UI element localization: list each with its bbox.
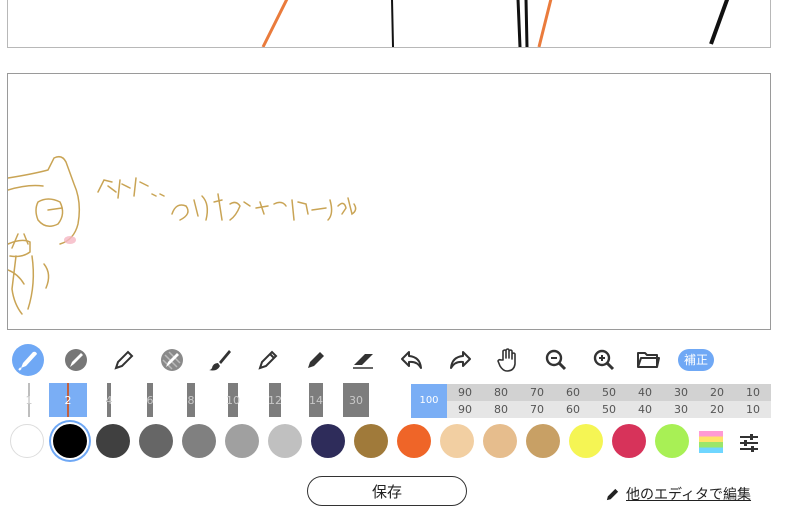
color-swatch-white[interactable] (10, 424, 44, 458)
previous-drawing-canvas (7, 0, 771, 48)
opacity-option[interactable]: 90 (447, 401, 483, 418)
opacity-option[interactable]: 50 (591, 401, 627, 418)
opacity-option[interactable]: 80 (483, 401, 519, 418)
save-button[interactable]: 保存 (307, 476, 467, 506)
color-swatch-crimson[interactable] (612, 424, 646, 458)
sliders-icon (740, 434, 758, 452)
color-swatch-skin[interactable] (483, 424, 517, 458)
opacity-option[interactable]: 60 (555, 401, 591, 418)
marker-tool[interactable] (300, 344, 332, 376)
pen-size-4[interactable]: 4 (98, 383, 120, 417)
opacity-option[interactable]: 20 (699, 401, 735, 418)
eraser-tool[interactable] (348, 344, 380, 376)
opacity-selector: 100 90 80 70 60 50 40 30 20 10 90 80 70 … (411, 384, 771, 418)
color-swatch-gray-3[interactable] (225, 424, 259, 458)
opacity-option[interactable]: 70 (519, 384, 555, 401)
pen-size-label: 6 (146, 393, 154, 407)
pattern-pen-icon (161, 349, 183, 371)
opacity-option[interactable]: 50 (591, 384, 627, 401)
pen-size-label: 4 (105, 393, 113, 407)
pencil-outline-icon (114, 350, 134, 370)
drawing-canvas[interactable] (7, 73, 771, 330)
blur-pen-tool[interactable] (60, 344, 92, 376)
pen-size-label: 12 (268, 393, 282, 407)
previous-drawing (261, 0, 730, 47)
blur-pen-icon (65, 349, 87, 371)
opacity-option[interactable]: 60 (555, 384, 591, 401)
eraser-icon (353, 354, 373, 369)
folder-icon (637, 352, 660, 368)
pen-size-8[interactable]: 8 (180, 383, 202, 417)
opacity-option[interactable]: 20 (699, 384, 735, 401)
color-swatch-orange[interactable] (397, 424, 431, 458)
other-editor-label: 他のエディタで編集 (626, 487, 752, 503)
opacity-option[interactable]: 40 (627, 401, 663, 418)
pen-size-label: 1 (25, 393, 33, 407)
color-swatch-lime[interactable] (655, 424, 689, 458)
opacity-option[interactable]: 80 (483, 384, 519, 401)
hand-icon (497, 348, 516, 372)
pen-size-label: 8 (187, 393, 195, 407)
custom-color-button[interactable] (699, 431, 723, 453)
color-swatch-brown[interactable] (354, 424, 388, 458)
pen-size-12[interactable]: 12 (264, 383, 286, 417)
pen-size-2[interactable]: 2 (49, 383, 87, 417)
pencil-icon (258, 350, 278, 370)
zoom-out-icon (545, 349, 567, 371)
hand-tool[interactable] (492, 344, 524, 376)
opacity-100-button[interactable]: 100 (411, 384, 447, 418)
marker-icon (308, 352, 324, 368)
pen-size-1[interactable]: 1 (18, 383, 40, 417)
pen-size-10[interactable]: 10 (222, 383, 244, 417)
pen-size-label: 14 (309, 393, 323, 407)
pen-size-30[interactable]: 30 (342, 383, 370, 417)
color-swatch-gray-1[interactable] (139, 424, 173, 458)
color-swatch-yellow[interactable] (569, 424, 603, 458)
zoom-out-button[interactable] (540, 344, 572, 376)
undo-icon (401, 351, 422, 369)
color-swatch-light-gray[interactable] (268, 424, 302, 458)
pattern-pen-tool[interactable] (156, 344, 188, 376)
pen-size-label: 2 (64, 393, 72, 407)
canvas-drawing (8, 155, 357, 315)
zoom-in-icon (593, 349, 615, 371)
color-swatch-black[interactable] (53, 424, 87, 458)
color-swatch-gray-2[interactable] (182, 424, 216, 458)
undo-button[interactable] (396, 344, 428, 376)
other-editor-link[interactable]: 他のエディタで編集 (605, 484, 751, 504)
redo-icon (450, 351, 471, 369)
opacity-option[interactable]: 40 (627, 384, 663, 401)
pen-size-label: 30 (349, 393, 363, 407)
pen-size-14[interactable]: 14 (305, 383, 327, 417)
opacity-row-top: 90 80 70 60 50 40 30 20 10 (447, 384, 771, 401)
opacity-row-bottom: 90 80 70 60 50 40 30 20 10 (447, 401, 771, 418)
opacity-option[interactable]: 90 (447, 384, 483, 401)
color-swatch-skin-light[interactable] (440, 424, 474, 458)
pencil-outline-tool[interactable] (108, 344, 140, 376)
brush-icon (209, 350, 231, 371)
pen-size-label: 10 (226, 393, 240, 407)
redo-button[interactable] (444, 344, 476, 376)
opacity-option[interactable]: 10 (735, 384, 771, 401)
opacity-option[interactable]: 70 (519, 401, 555, 418)
correction-button[interactable]: 補正 (678, 349, 714, 371)
opacity-option[interactable]: 30 (663, 384, 699, 401)
edit-pencil-icon (606, 488, 619, 500)
pen-size-6[interactable]: 6 (139, 383, 161, 417)
brush-tool[interactable] (204, 344, 236, 376)
color-swatch-tan[interactable] (526, 424, 560, 458)
pencil-tool[interactable] (252, 344, 284, 376)
pen-icon (18, 351, 37, 371)
open-folder-button[interactable] (632, 344, 664, 376)
opacity-option[interactable]: 10 (735, 401, 771, 418)
sliders-settings-icon[interactable] (738, 432, 760, 454)
pen-tool[interactable] (12, 344, 44, 376)
color-swatch-navy[interactable] (311, 424, 345, 458)
opacity-option[interactable]: 30 (663, 401, 699, 418)
color-swatch-dark-gray[interactable] (96, 424, 130, 458)
zoom-in-button[interactable] (588, 344, 620, 376)
